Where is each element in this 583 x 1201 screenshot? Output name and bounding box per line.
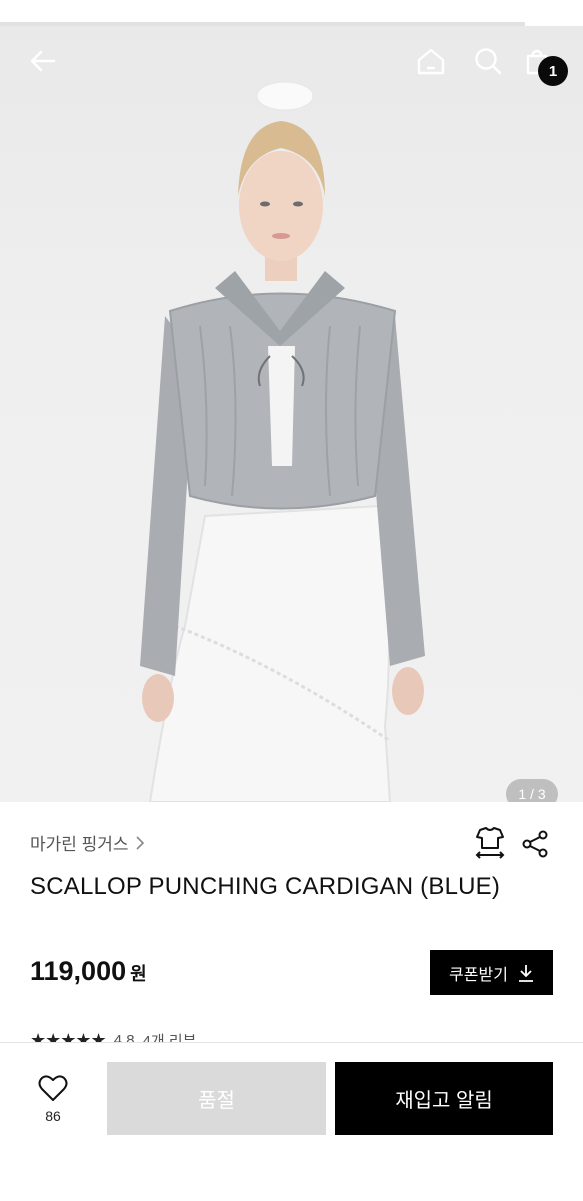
product-image-gallery[interactable]: 1 / 3 — [0, 26, 583, 802]
size-guide-button[interactable] — [473, 826, 507, 860]
brand-link[interactable]: 마가린 핑거스 — [30, 830, 145, 855]
size-guide-icon — [475, 827, 505, 859]
restock-alert-button[interactable]: 재입고 알림 — [335, 1062, 553, 1135]
price: 119,000 원 — [30, 956, 147, 987]
download-icon — [518, 964, 533, 982]
brand-name: 마가린 핑거스 — [30, 835, 129, 854]
like-button[interactable]: 86 — [30, 1075, 76, 1124]
heart-icon — [38, 1075, 68, 1101]
gallery-pager: 1 / 3 — [506, 779, 558, 802]
price-value: 119,000 — [30, 956, 127, 986]
like-count: 86 — [45, 1108, 61, 1124]
soldout-button[interactable]: 품절 — [107, 1062, 326, 1135]
search-button[interactable] — [471, 44, 505, 78]
cart-count-badge: 1 — [538, 56, 568, 86]
coupon-label: 쿠폰받기 — [449, 966, 508, 984]
share-button[interactable] — [518, 827, 552, 861]
status-area — [0, 0, 583, 26]
chevron-right-icon — [136, 835, 144, 850]
price-unit: 원 — [130, 964, 147, 984]
home-button[interactable] — [414, 44, 448, 78]
share-icon — [522, 830, 548, 858]
product-title: SCALLOP PUNCHING CARDIGAN (BLUE) — [30, 873, 501, 900]
back-button[interactable] — [26, 44, 60, 78]
arrow-left-icon — [30, 50, 56, 72]
search-icon — [475, 48, 502, 75]
product-photo — [140, 81, 425, 802]
home-icon — [417, 48, 445, 75]
coupon-download-button[interactable]: 쿠폰받기 — [430, 950, 553, 995]
